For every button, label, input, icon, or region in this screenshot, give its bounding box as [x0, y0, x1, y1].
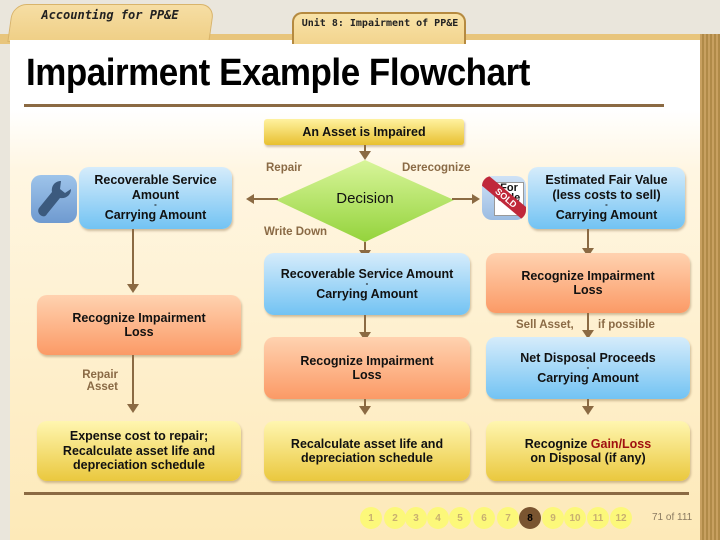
repair-calc-line1: Recoverable Service [94, 173, 217, 188]
repair-calc-box: Recoverable Service Amount - Carrying Am… [79, 167, 232, 229]
page-button-4[interactable]: 4 [427, 507, 449, 529]
arrow-right [472, 194, 480, 204]
page-button-11[interactable]: 11 [587, 507, 609, 529]
calc-line2: Carrying Amount [316, 287, 418, 301]
branch-label-derecognize: Derecognize [402, 162, 471, 174]
arrow-down [359, 406, 371, 415]
repair-asset-line2: Asset [86, 380, 118, 393]
branch-label-write-down: Write Down [264, 226, 328, 238]
result-line1: Recalculate asset life and [290, 436, 444, 451]
footer-divider [24, 492, 689, 495]
page-button-9[interactable]: 9 [542, 507, 564, 529]
writedown-result-box: Recalculate asset life and depreciation … [264, 421, 470, 481]
disposal-result-line1: Recognize Gain/Loss [525, 437, 651, 451]
arrow-down [127, 404, 139, 413]
loss-line1: Recognize Impairment [521, 268, 655, 283]
course-title: Accounting for PP&E [41, 8, 179, 22]
branch-label-repair: Repair [266, 162, 302, 174]
unit-title: Unit 8: Impairment of PP&E [301, 18, 459, 29]
connector [452, 198, 474, 200]
repair-calc-line3: Carrying Amount [104, 208, 207, 223]
loss-line1: Recognize Impairment [300, 353, 434, 368]
derecognize-loss-box: Recognize Impairment Loss [486, 253, 690, 313]
loss-line1: Recognize Impairment [72, 310, 206, 325]
page-button-6[interactable]: 6 [473, 507, 495, 529]
result-line1: Expense cost to repair; [69, 429, 209, 444]
result-line2: Recalculate asset life and [62, 443, 216, 458]
result-line3: depreciation schedule [73, 458, 205, 473]
calc-line1: Estimated Fair Value [545, 173, 668, 188]
page-button-3[interactable]: 3 [405, 507, 427, 529]
writedown-loss-box: Recognize Impairment Loss [264, 337, 470, 399]
page-title: Impairment Example Flowchart [26, 52, 530, 94]
disposal-calc-box: Net Disposal Proceeds - Carrying Amount [486, 337, 690, 399]
disposal-result-box: Recognize Gain/Loss on Disposal (if any) [486, 421, 690, 481]
result-line2: depreciation schedule [301, 451, 433, 465]
disposal-result-line2: on Disposal (if any) [530, 451, 646, 465]
for-sale-sold-sign-icon: For Sale SOLD [482, 176, 526, 220]
arrow-down [582, 406, 594, 415]
loss-line2: Loss [124, 325, 154, 339]
loss-line2: Loss [573, 283, 603, 297]
connector [132, 355, 134, 407]
branch-label-sell-asset: Sell Asset, [516, 319, 574, 331]
page-button-12[interactable]: 12 [610, 507, 632, 529]
result-prefix: Recognize [524, 436, 591, 451]
arrow-left [246, 194, 254, 204]
page-button-8[interactable]: 8 [519, 507, 541, 529]
derecognize-calc-box: Estimated Fair Value (less costs to sell… [528, 167, 685, 229]
calc-line3: Carrying Amount [555, 208, 658, 223]
branch-label-if-possible: if possible [598, 319, 655, 331]
folder-edge [700, 34, 720, 540]
disposal-line2: Carrying Amount [537, 371, 639, 385]
arrow-down [359, 151, 371, 160]
page-button-1[interactable]: 1 [360, 507, 382, 529]
repair-asset-line1: Repair [82, 369, 118, 381]
branch-label-repair-asset: Repair Asset [80, 369, 118, 393]
wrench-icon [31, 175, 77, 223]
page-button-2[interactable]: 2 [384, 507, 406, 529]
slide-count: 71 of 111 [652, 512, 693, 523]
repair-loss-box: Recognize Impairment Loss [37, 295, 241, 355]
start-box: An Asset is Impaired [264, 119, 464, 145]
writedown-calc-box: Recoverable Service Amount - Carrying Am… [264, 253, 470, 315]
connector [132, 229, 134, 285]
repair-result-box: Expense cost to repair; Recalculate asse… [37, 421, 241, 481]
page-button-10[interactable]: 10 [564, 507, 586, 529]
decision-label: Decision [336, 190, 394, 207]
title-divider [24, 104, 664, 107]
page-button-7[interactable]: 7 [497, 507, 519, 529]
connector [254, 198, 278, 200]
gain-loss-highlight: Gain/Loss [590, 436, 652, 451]
loss-line2: Loss [352, 368, 382, 382]
arrow-down [127, 284, 139, 293]
page-button-5[interactable]: 5 [449, 507, 471, 529]
